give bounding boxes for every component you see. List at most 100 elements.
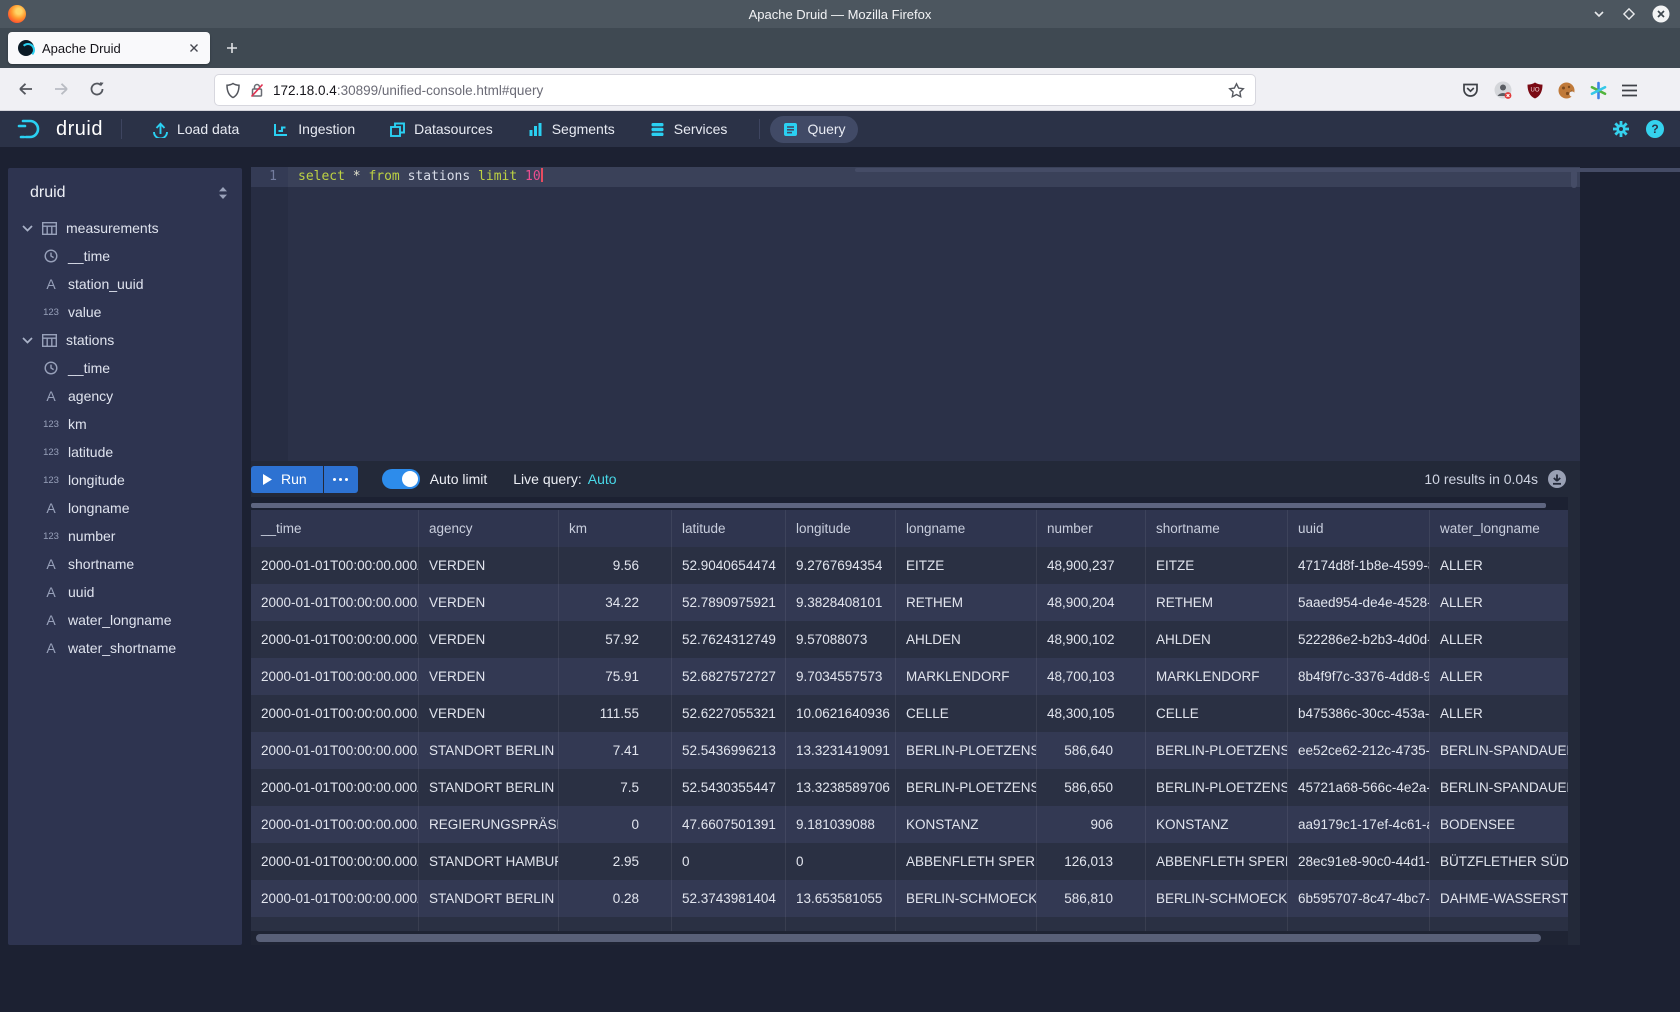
help-icon[interactable]: ?: [1646, 120, 1664, 138]
cell-latitude[interactable]: 52.9040654474: [672, 547, 786, 584]
tree-column-water-longname[interactable]: Awater_longname: [8, 606, 242, 634]
table-top-scrollbar[interactable]: [251, 497, 1568, 510]
cell-longname[interactable]: AHLDEN: [896, 621, 1037, 658]
cell-shortname[interactable]: EITZE: [1146, 547, 1288, 584]
cell-shortname[interactable]: BERLIN-PLOETZENSEE OW: [1146, 732, 1288, 769]
cell-uuid[interactable]: 47174d8f-1b8e-4599-8a9: [1288, 547, 1430, 584]
tree-column-station-uuid[interactable]: Astation_uuid: [8, 270, 242, 298]
tab-close-icon[interactable]: [188, 42, 200, 54]
cell-longname[interactable]: BERLIN-PLOETZENSEE OW: [896, 732, 1037, 769]
cell-longitude[interactable]: 9.57088073: [786, 621, 896, 658]
cell-uuid[interactable]: ee52ce62-212c-4735-b42: [1288, 732, 1430, 769]
cell-water-longname[interactable]: ALLER: [1430, 695, 1568, 732]
cell-uuid[interactable]: aa9179c1-17ef-4c61-a48: [1288, 806, 1430, 843]
tree-column-number[interactable]: 123number: [8, 522, 242, 550]
cell-longitude[interactable]: 0: [786, 843, 896, 880]
cell-longitude[interactable]: 9.181039088: [786, 806, 896, 843]
cell-uuid[interactable]: 45721a68-566c-4e2a-a64: [1288, 769, 1430, 806]
shield-icon[interactable]: [225, 82, 241, 99]
cell-uuid[interactable]: 5aaed954-de4e-4528-8f5: [1288, 584, 1430, 621]
cell-number[interactable]: 48,300,105: [1037, 695, 1146, 732]
tree-column-longname[interactable]: Alongname: [8, 494, 242, 522]
ublock-icon[interactable]: UO: [1526, 81, 1544, 100]
cell-km[interactable]: 2.95: [559, 843, 672, 880]
tree-column-km[interactable]: 123km: [8, 410, 242, 438]
cell-latitude[interactable]: 52.6227055321: [672, 695, 786, 732]
cell-agency[interactable]: VERDEN: [419, 547, 559, 584]
tree-column-longitude[interactable]: 123longitude: [8, 466, 242, 494]
cell---time[interactable]: 2000-01-01T00:00:00.000Z: [251, 843, 419, 880]
editor-vscrollbar[interactable]: [1571, 170, 1577, 188]
nav-ingestion[interactable]: Ingestion: [261, 116, 367, 143]
cell-latitude[interactable]: 52.6827572727: [672, 658, 786, 695]
druid-logo[interactable]: druid: [16, 117, 103, 141]
cell-longname[interactable]: CELLE: [896, 695, 1037, 732]
cell-km[interactable]: 9.56: [559, 547, 672, 584]
url-bar[interactable]: 172.18.0.4:30899/unified-console.html#qu…: [215, 75, 1255, 105]
cell-longitude[interactable]: 13.653581055: [786, 880, 896, 917]
cell-shortname[interactable]: CELLE: [1146, 695, 1288, 732]
cell-longname[interactable]: EITZE: [896, 547, 1037, 584]
cell-water-longname[interactable]: DAHME-WASSERSTRAS: [1430, 880, 1568, 917]
cell-uuid[interactable]: 28ec91e8-90c0-44d1-8fc: [1288, 843, 1430, 880]
cell-km[interactable]: 0: [559, 806, 672, 843]
download-icon[interactable]: [1548, 470, 1566, 488]
cell-water-longname[interactable]: BERLIN-SPANDAUER-SCH: [1430, 769, 1568, 806]
cell-longname[interactable]: BERLIN-PLOETZENSEE UW: [896, 769, 1037, 806]
cell-longitude[interactable]: 9.3828408101: [786, 584, 896, 621]
cell-agency[interactable]: REGIERUNGSPRÄSIDIUM T: [419, 806, 559, 843]
back-icon[interactable]: [10, 74, 40, 104]
cell---time[interactable]: 2000-01-01T00:00:00.000Z: [251, 695, 419, 732]
tree-column---time[interactable]: __time: [8, 354, 242, 382]
cell-shortname[interactable]: BERLIN-SCHMOECKWITZ: [1146, 880, 1288, 917]
cell-number[interactable]: 48,900,102: [1037, 621, 1146, 658]
cell-km[interactable]: 0.28: [559, 880, 672, 917]
minimize-icon[interactable]: [1592, 7, 1606, 21]
pocket-icon[interactable]: [1461, 81, 1480, 100]
asterisk-icon[interactable]: [1589, 81, 1608, 100]
cell---time[interactable]: 2000-01-01T00:00:00.000Z: [251, 547, 419, 584]
cell-agency[interactable]: STANDORT HAMBURG: [419, 843, 559, 880]
cell-latitude[interactable]: 52.5436996213: [672, 732, 786, 769]
cell-longitude[interactable]: 13.3238589706: [786, 769, 896, 806]
tree-column-water-shortname[interactable]: Awater_shortname: [8, 634, 242, 662]
cell-longname[interactable]: KONSTANZ: [896, 806, 1037, 843]
cell-shortname[interactable]: MARKLENDORF: [1146, 658, 1288, 695]
cell-water-longname[interactable]: ALLER: [1430, 621, 1568, 658]
tree-column---time[interactable]: __time: [8, 242, 242, 270]
tree-column-latitude[interactable]: 123latitude: [8, 438, 242, 466]
cell-shortname[interactable]: RETHEM: [1146, 584, 1288, 621]
column-header-longname[interactable]: longname: [896, 510, 1037, 547]
nav-query[interactable]: Query: [770, 116, 857, 143]
cell-shortname[interactable]: ABBENFLETH SPERRWERK: [1146, 843, 1288, 880]
cell-longitude[interactable]: 9.7034557573: [786, 658, 896, 695]
tree-column-agency[interactable]: Aagency: [8, 382, 242, 410]
column-header-longitude[interactable]: longitude: [786, 510, 896, 547]
tree-column-uuid[interactable]: Auuid: [8, 578, 242, 606]
cookie-icon[interactable]: [1557, 81, 1576, 100]
forward-icon[interactable]: [46, 74, 76, 104]
cell-latitude[interactable]: 52.7624312749: [672, 621, 786, 658]
cell-latitude[interactable]: 52.7890975921: [672, 584, 786, 621]
tree-column-shortname[interactable]: Ashortname: [8, 550, 242, 578]
column-header-latitude[interactable]: latitude: [672, 510, 786, 547]
cell-km[interactable]: 111.55: [559, 695, 672, 732]
cell-number[interactable]: 586,810: [1037, 880, 1146, 917]
cell-number[interactable]: 48,700,103: [1037, 658, 1146, 695]
chevron-down-icon[interactable]: [22, 337, 33, 344]
cell-number[interactable]: 126,013: [1037, 843, 1146, 880]
cell-agency[interactable]: STANDORT BERLIN: [419, 769, 559, 806]
cell-km[interactable]: 7.41: [559, 732, 672, 769]
cell-longname[interactable]: RETHEM: [896, 584, 1037, 621]
cell-longname[interactable]: BERLIN-SCHMOECKWITZ: [896, 880, 1037, 917]
cell-latitude[interactable]: 52.5430355447: [672, 769, 786, 806]
url-text[interactable]: 172.18.0.4:30899/unified-console.html#qu…: [273, 83, 543, 98]
sql-editor[interactable]: 1 select * from stations limit 10: [251, 167, 1580, 461]
cell-latitude[interactable]: 52.3743981404: [672, 880, 786, 917]
bookmark-star-icon[interactable]: [1228, 82, 1245, 99]
cell-km[interactable]: 57.92: [559, 621, 672, 658]
cell-number[interactable]: 906: [1037, 806, 1146, 843]
cell-km[interactable]: 34.22: [559, 584, 672, 621]
run-more-button[interactable]: [324, 466, 358, 493]
cell---time[interactable]: 2000-01-01T00:00:00.000Z: [251, 658, 419, 695]
